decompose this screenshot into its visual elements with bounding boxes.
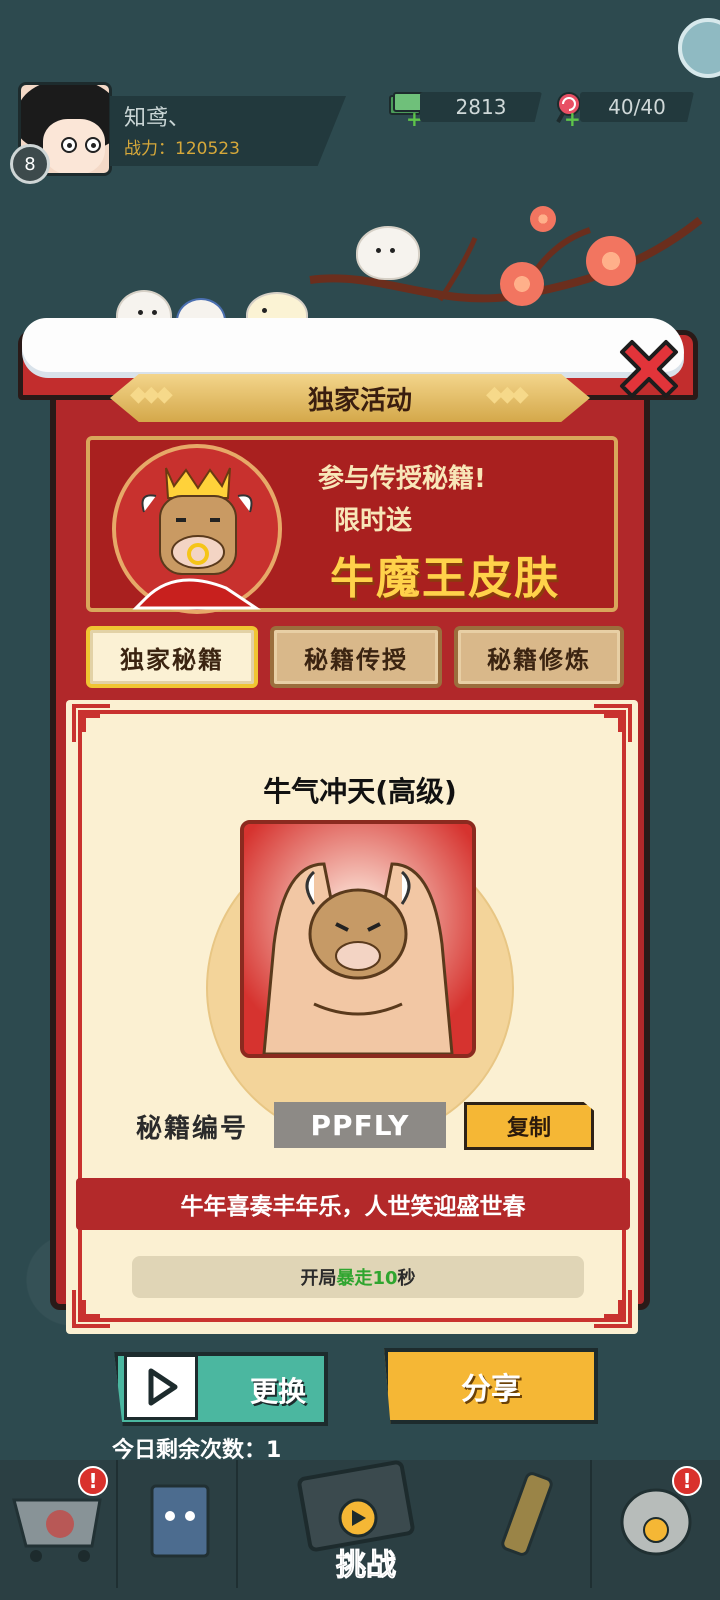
bull-king-portrait [112,444,282,614]
skill-effect: 开局 暴走10 秒 [132,1256,584,1298]
tab-secret-train[interactable]: 秘籍修炼 [454,626,624,688]
settings-corner-button[interactable] [678,18,720,78]
telescope-icon [501,1472,553,1556]
secret-code-label: 秘籍编号 [136,1114,249,1144]
tab-exclusive-secret[interactable]: 独家秘籍 [86,626,258,688]
tab-secret-teach[interactable]: 秘籍传授 [270,626,442,688]
effect-prefix: 开局 [300,1268,337,1289]
level-badge: 8 [10,144,50,184]
snow-cap [22,318,684,372]
share-button[interactable]: 分享 [384,1348,598,1424]
plum-blossom [530,206,556,232]
energy-lollipop-icon: + [548,90,582,129]
motto-banner: 牛年喜奏丰年乐，人世笑迎盛世春 [76,1178,630,1230]
banner-line-2: 限时送 [334,506,413,536]
player-power: 战力：120523 [124,139,240,159]
panel-title: 独家活动 [307,385,412,416]
notification-badge: ! [672,1466,702,1496]
plum-blossom [586,236,636,286]
close-icon[interactable] [612,332,686,406]
money-counter: 2813 [420,92,542,122]
secret-code-value: PPFLY [274,1102,446,1148]
flying-white-bird [356,226,420,280]
effect-suffix: 秒 [397,1268,416,1289]
avatar-eye [61,137,77,153]
avatar-eye [85,137,101,153]
nav-book[interactable] [120,1460,238,1588]
diamond-ornament-left: ◆◆◆ [130,382,173,407]
muscle-bull-skill-image [240,820,476,1058]
notification-badge: ! [78,1466,108,1496]
nav-telescope[interactable] [474,1460,592,1588]
nav-challenge-label[interactable]: 挑战 [326,1540,406,1584]
book-icon [150,1484,210,1558]
energy-counter: 40/40 [580,92,694,122]
banner-line-1: 参与传授秘籍! [318,464,486,494]
replace-button-label[interactable]: 更换 [228,1362,328,1418]
effect-highlight: 暴走10 [336,1268,398,1289]
copy-button[interactable]: 复制 [464,1102,594,1150]
player-name: 知鸢、 [124,106,191,131]
skill-title: 牛气冲天(高级) [263,775,457,808]
plum-blossom [500,262,544,306]
video-play-icon [124,1354,198,1420]
banner-skin-name: 牛魔王皮肤 [330,553,560,604]
